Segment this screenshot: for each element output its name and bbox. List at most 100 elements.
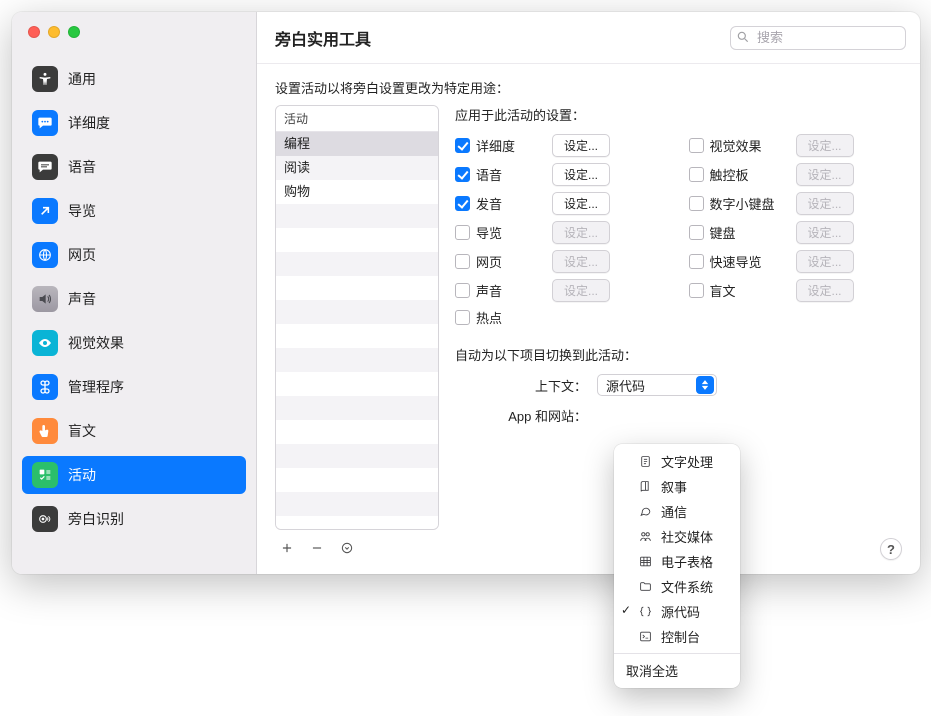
sidebar-item-commanders[interactable]: 管理程序 — [22, 368, 246, 406]
set-button: 设定... — [552, 221, 610, 244]
sidebar-item-braille[interactable]: 盲文 — [22, 412, 246, 450]
checkbox[interactable] — [689, 225, 704, 240]
braces-icon — [638, 605, 653, 618]
option-label: 快速导览 — [710, 252, 790, 271]
dropdown-item[interactable]: 通信 — [614, 499, 740, 524]
chat-bubble-icon — [638, 505, 653, 518]
dropdown-item[interactable]: ✓ 源代码 — [614, 599, 740, 624]
arrow-northeast-icon — [32, 198, 58, 224]
dropdown-item[interactable]: 电子表格 — [614, 549, 740, 574]
set-button: 设定... — [552, 250, 610, 273]
terminal-icon — [638, 630, 653, 643]
activity-row[interactable]: 阅读 — [276, 156, 438, 180]
checkbox[interactable] — [689, 283, 704, 298]
accessibility-icon — [32, 66, 58, 92]
search-field[interactable] — [730, 26, 906, 50]
checkbox[interactable] — [455, 196, 470, 211]
sidebar-item-activities[interactable]: 活动 — [22, 456, 246, 494]
activities-rows: 编程 阅读 购物 — [276, 132, 438, 529]
dropdown-item[interactable]: 社交媒体 — [614, 524, 740, 549]
option-pronunciation: 发音 设定... — [455, 192, 669, 215]
context-popup[interactable]: 源代码 — [597, 374, 717, 396]
option-hotspot: 热点 — [455, 308, 669, 327]
checkbox[interactable] — [455, 167, 470, 182]
checkbox[interactable] — [455, 310, 470, 325]
zoom-window-button[interactable] — [68, 26, 80, 38]
voiceover-recognition-icon — [32, 506, 58, 532]
sidebar-item-visuals[interactable]: 视觉效果 — [22, 324, 246, 362]
sidebar-item-general[interactable]: 通用 — [22, 60, 246, 98]
dropdown-item-label: 文件系统 — [661, 577, 713, 596]
checkbox[interactable] — [455, 254, 470, 269]
activity-row[interactable]: 编程 — [276, 132, 438, 156]
window-title: 旁白实用工具 — [275, 26, 718, 50]
speaker-icon — [32, 286, 58, 312]
dropdown-item-label: 电子表格 — [661, 552, 713, 571]
sidebar-item-sound[interactable]: 声音 — [22, 280, 246, 318]
activities-column: 活动 编程 阅读 购物 — [275, 105, 439, 558]
option-braille: 盲文 设定... — [689, 279, 903, 302]
sidebar-item-label: 通用 — [68, 69, 96, 89]
checkbox[interactable] — [455, 225, 470, 240]
activities-listbox[interactable]: 活动 编程 阅读 购物 — [275, 105, 439, 530]
option-numpad: 数字小键盘 设定... — [689, 192, 903, 215]
search-input[interactable] — [730, 26, 906, 50]
set-button[interactable]: 设定... — [552, 163, 610, 186]
sidebar-item-navigation[interactable]: 导览 — [22, 192, 246, 230]
activity-row[interactable]: 购物 — [276, 180, 438, 204]
add-activity-button[interactable] — [277, 538, 297, 558]
sidebar-item-label: 活动 — [68, 465, 96, 485]
dropdown-item[interactable]: 叙事 — [614, 474, 740, 499]
sidebar-item-label: 盲文 — [68, 421, 96, 441]
checkbox[interactable] — [689, 196, 704, 211]
dropdown-item[interactable]: 文件系统 — [614, 574, 740, 599]
main-panel: 旁白实用工具 设置活动以将旁白设置更改为特定用途： 活动 编程 阅读 购物 — [257, 12, 920, 574]
checkbox[interactable] — [689, 167, 704, 182]
set-button: 设定... — [796, 163, 854, 186]
set-button[interactable]: 设定... — [552, 134, 610, 157]
option-speech: 语音 设定... — [455, 163, 669, 186]
set-button: 设定... — [796, 250, 854, 273]
option-label: 详细度 — [476, 136, 546, 155]
help-button[interactable]: ? — [880, 538, 902, 560]
set-button: 设定... — [796, 134, 854, 157]
list-actions — [275, 530, 439, 558]
set-button[interactable]: 设定... — [552, 192, 610, 215]
dropdown-item-label: 文字处理 — [661, 452, 713, 471]
checkbox[interactable] — [455, 138, 470, 153]
sidebar-item-speech[interactable]: 语音 — [22, 148, 246, 186]
app-row: App 和网站： — [455, 404, 902, 426]
dropdown-deselect-all[interactable]: 取消全选 — [614, 658, 740, 683]
sidebar-item-vo-recognition[interactable]: 旁白识别 — [22, 500, 246, 538]
checkbox[interactable] — [455, 283, 470, 298]
context-dropdown-menu: 文字处理 叙事 通信 社交媒体 电子表格 文件系统 ✓ 源代码 控制台 取消全选 — [614, 444, 740, 688]
sidebar-item-label: 网页 — [68, 245, 96, 265]
content: 设置活动以将旁白设置更改为特定用途： 活动 编程 阅读 购物 — [257, 64, 920, 574]
dropdown-item[interactable]: 文字处理 — [614, 449, 740, 474]
option-label: 发音 — [476, 194, 546, 213]
checkbox[interactable] — [689, 254, 704, 269]
app-picker-placeholder[interactable] — [597, 404, 902, 426]
preferences-window: 通用 详细度 语音 导览 网页 声音 — [12, 12, 920, 574]
activity-options-button[interactable] — [337, 538, 357, 558]
auto-switch-section: 自动为以下项目切换到此活动： 上下文： 源代码 — [455, 345, 902, 426]
sidebar: 通用 详细度 语音 导览 网页 声音 — [12, 12, 257, 574]
checkbox[interactable] — [689, 138, 704, 153]
option-label: 声音 — [476, 281, 546, 300]
eye-icon — [32, 330, 58, 356]
dropdown-item-label: 通信 — [661, 502, 687, 521]
context-row: 上下文： 源代码 — [455, 374, 902, 396]
dropdown-item[interactable]: 控制台 — [614, 624, 740, 649]
dropdown-item-label: 源代码 — [661, 602, 700, 621]
touch-icon — [32, 418, 58, 444]
close-window-button[interactable] — [28, 26, 40, 38]
sidebar-item-verbosity[interactable]: 详细度 — [22, 104, 246, 142]
remove-activity-button[interactable] — [307, 538, 327, 558]
activities-icon — [32, 462, 58, 488]
set-button: 设定... — [796, 192, 854, 215]
titlebar: 旁白实用工具 — [257, 12, 920, 64]
sidebar-item-web[interactable]: 网页 — [22, 236, 246, 274]
minimize-window-button[interactable] — [48, 26, 60, 38]
option-navigation: 导览 设定... — [455, 221, 669, 244]
sidebar-item-label: 管理程序 — [68, 377, 124, 397]
